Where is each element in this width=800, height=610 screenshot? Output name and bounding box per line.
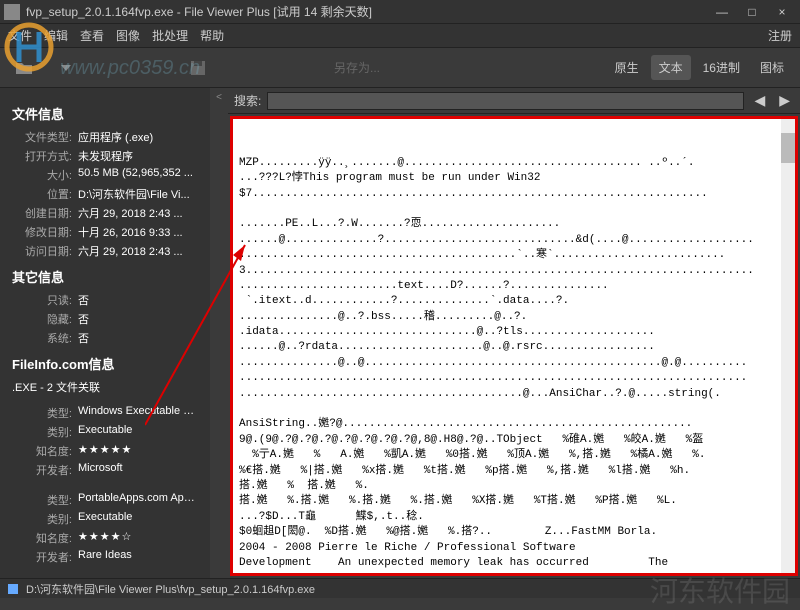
fileinfo-value: 应用程序 (.exe) (78, 129, 198, 145)
otherinfo-value: 否 (78, 292, 198, 308)
ficom1-row: 类别: Executable (12, 424, 198, 440)
ficom2-label: 类型: (12, 492, 72, 508)
ficom2-row: 知名度: ★★★★☆ (12, 530, 198, 546)
menu-register[interactable]: 注册 (768, 27, 792, 44)
fileinfo-row: 位置: D:\河东软件园\File Vi... (12, 186, 198, 202)
toolbar: www.pc0359.cn 另存为... 原生 文本 16进制 图标 (0, 48, 800, 88)
fileinfo-label: 创建日期: (12, 205, 72, 221)
ficom2-label: 开发者: (12, 549, 72, 565)
ficom1-value: Executable (78, 424, 198, 440)
app-icon (4, 4, 20, 20)
ficom1-value: Windows Executable File (78, 405, 198, 421)
ficom2-label: 知名度: (12, 530, 72, 546)
exe-assoc-label: .EXE - 2 文件关联 (12, 379, 198, 395)
save-button[interactable] (182, 52, 214, 84)
search-input[interactable] (267, 92, 744, 110)
searchbar: 搜索: ◀ ▶ (228, 88, 800, 114)
otherinfo-label: 只读: (12, 292, 72, 308)
menu-view[interactable]: 查看 (80, 27, 104, 44)
menubar: 文件 编辑 查看 图像 批处理 帮助 注册 (0, 24, 800, 48)
search-prev-button[interactable]: ◀ (750, 92, 769, 109)
scrollthumb[interactable] (781, 133, 795, 163)
scrollbar[interactable] (781, 119, 795, 573)
ficom1-label: 知名度: (12, 443, 72, 459)
menu-edit[interactable]: 编辑 (44, 27, 68, 44)
ficom1-value: ★★★★★ (78, 443, 198, 459)
fileinfo-row: 修改日期: 十月 26, 2016 9:33 ... (12, 224, 198, 240)
fileinfo-label: 访问日期: (12, 243, 72, 259)
menu-image[interactable]: 图像 (116, 27, 140, 44)
ficom2-row: 开发者: Rare Ideas (12, 549, 198, 565)
fileinfo-label: 位置: (12, 186, 72, 202)
ficom1-label: 类别: (12, 424, 72, 440)
ficom1-row: 类型: Windows Executable File (12, 405, 198, 421)
ficom1-row: 知名度: ★★★★★ (12, 443, 198, 459)
ficom1-row: 开发者: Microsoft (12, 462, 198, 478)
window-title: fvp_setup_2.0.1.164fvp.exe - File Viewer… (26, 3, 708, 20)
ficom1-label: 类型: (12, 405, 72, 421)
statusbar: D:\河东软件园\File Viewer Plus\fvp_setup_2.0.… (0, 578, 800, 598)
ficom2-value: PortableApps.com App... (78, 492, 198, 508)
fileinfo-label: 修改日期: (12, 224, 72, 240)
maximize-button[interactable]: □ (738, 3, 766, 21)
splitter[interactable]: < (210, 88, 228, 578)
otherinfo-row: 系统: 否 (12, 330, 198, 346)
menu-batch[interactable]: 批处理 (152, 27, 188, 44)
fileinfo-label: 文件类型: (12, 129, 72, 145)
close-button[interactable]: × (768, 3, 796, 21)
fileinfodotcom-header: FileInfo.com信息 (12, 354, 198, 373)
viewmode-text[interactable]: 文本 (651, 55, 691, 80)
fileinfo-value: 六月 29, 2018 2:43 ... (78, 243, 198, 259)
status-file-icon (6, 582, 20, 596)
fileinfo-row: 打开方式: 未发现程序 (12, 148, 198, 164)
otherinfo-value: 否 (78, 311, 198, 327)
fileinfo-row: 创建日期: 六月 29, 2018 2:43 ... (12, 205, 198, 221)
saveas-label[interactable]: 另存为... (334, 59, 380, 76)
ficom1-label: 开发者: (12, 462, 72, 478)
menu-help[interactable]: 帮助 (200, 27, 224, 44)
minimize-button[interactable]: — (708, 3, 736, 21)
fileinfo-value: 六月 29, 2018 2:43 ... (78, 205, 198, 221)
fileinfo-header: 文件信息 (12, 104, 198, 123)
menu-file[interactable]: 文件 (8, 27, 32, 44)
text-viewer[interactable]: MZP.........ÿÿ..¸.......@...............… (230, 116, 798, 576)
fileinfo-label: 打开方式: (12, 148, 72, 164)
otherinfo-label: 系统: (12, 330, 72, 346)
otherinfo-value: 否 (78, 330, 198, 346)
ficom2-row: 类型: PortableApps.com App... (12, 492, 198, 508)
open-button[interactable] (8, 52, 40, 84)
titlebar: fvp_setup_2.0.1.164fvp.exe - File Viewer… (0, 0, 800, 24)
fileinfo-row: 文件类型: 应用程序 (.exe) (12, 129, 198, 145)
ficom2-value: Rare Ideas (78, 549, 198, 565)
search-next-button[interactable]: ▶ (775, 92, 794, 109)
otherinfo-row: 隐藏: 否 (12, 311, 198, 327)
ficom2-row: 类别: Executable (12, 511, 198, 527)
viewmode-icon[interactable]: 图标 (752, 55, 792, 80)
sidebar: 文件信息 文件类型: 应用程序 (.exe) 打开方式: 未发现程序大小: 50.5 M… (0, 88, 210, 578)
otherinfo-header: 其它信息 (12, 267, 198, 286)
fileinfo-value: D:\河东软件园\File Vi... (78, 186, 198, 202)
fileinfo-row: 大小: 50.5 MB (52,965,352 ... (12, 167, 198, 183)
status-path: D:\河东软件园\File Viewer Plus\fvp_setup_2.0.… (26, 581, 315, 597)
search-label: 搜索: (234, 92, 261, 109)
ficom2-value: Executable (78, 511, 198, 527)
fileinfo-value: 十月 26, 2016 9:33 ... (78, 224, 198, 240)
fileinfo-value: 50.5 MB (52,965,352 ... (78, 167, 198, 183)
otherinfo-label: 隐藏: (12, 311, 72, 327)
ficom2-value: ★★★★☆ (78, 530, 198, 546)
ficom1-value: Microsoft (78, 462, 198, 478)
collapse-handle[interactable]: < (216, 92, 222, 103)
fileinfo-value: 未发现程序 (78, 148, 198, 164)
ficom2-label: 类别: (12, 511, 72, 527)
dropdown-button[interactable] (50, 52, 82, 84)
fileinfo-row: 访问日期: 六月 29, 2018 2:43 ... (12, 243, 198, 259)
fileinfo-label: 大小: (12, 167, 72, 183)
otherinfo-row: 只读: 否 (12, 292, 198, 308)
viewmode-raw[interactable]: 原生 (607, 55, 647, 80)
viewmode-hex[interactable]: 16进制 (695, 55, 748, 80)
